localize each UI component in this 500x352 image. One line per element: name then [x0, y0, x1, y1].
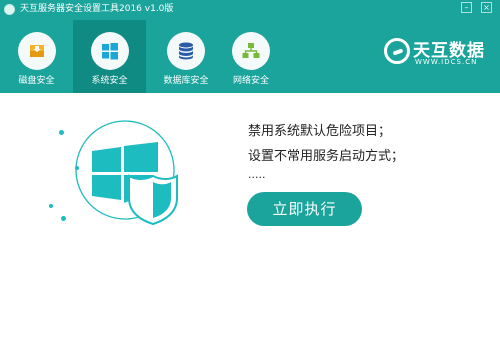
tab-disk-security[interactable]: 磁盘安全 — [0, 20, 73, 93]
minimize-icon: – — [464, 3, 469, 12]
decor-dot — [59, 130, 64, 135]
header-bar: 天互服务器安全设置工具2016 v1.0版 – × 磁盘安全 系统安全 数据库安… — [0, 0, 500, 93]
tab-database-security[interactable]: 数据库安全 — [146, 20, 226, 93]
tab-label: 磁盘安全 — [18, 76, 55, 86]
tab-network-security[interactable]: 网络安全 — [226, 20, 276, 93]
disk-icon — [17, 32, 56, 70]
windows-shield-icon — [75, 120, 178, 226]
close-icon: × — [483, 3, 490, 12]
brand-logo: 天互数据 WWW.IDCS.CN — [381, 32, 491, 72]
minimize-button[interactable]: – — [461, 2, 472, 13]
title-bar: 天互服务器安全设置工具2016 v1.0版 – × — [0, 0, 500, 20]
app-window: 天互服务器安全设置工具2016 v1.0版 – × 磁盘安全 系统安全 数据库安… — [0, 0, 500, 352]
decor-dot — [49, 204, 53, 208]
tab-label: 系统安全 — [91, 76, 128, 86]
system-security-illustration — [45, 118, 195, 248]
decor-dot — [61, 216, 66, 221]
database-icon — [167, 32, 205, 70]
brand-logo-icon — [384, 38, 410, 64]
execute-now-button[interactable]: 立即执行 — [247, 192, 362, 226]
close-button[interactable]: × — [481, 2, 492, 13]
description-ellipsis: ..... — [248, 168, 266, 181]
windows-icon — [90, 32, 129, 70]
network-icon — [232, 32, 270, 70]
tab-label: 网络安全 — [232, 76, 269, 86]
description-line-2: 设置不常用服务启动方式； — [248, 149, 405, 164]
window-title: 天互服务器安全设置工具2016 v1.0版 — [20, 4, 174, 14]
description-line-1: 禁用系统默认危险项目； — [248, 124, 392, 139]
decor-dot — [75, 166, 79, 170]
tab-label: 数据库安全 — [163, 76, 209, 86]
app-icon — [4, 4, 15, 15]
tab-system-security[interactable]: 系统安全 — [73, 20, 146, 93]
brand-url: WWW.IDCS.CN — [415, 58, 478, 66]
